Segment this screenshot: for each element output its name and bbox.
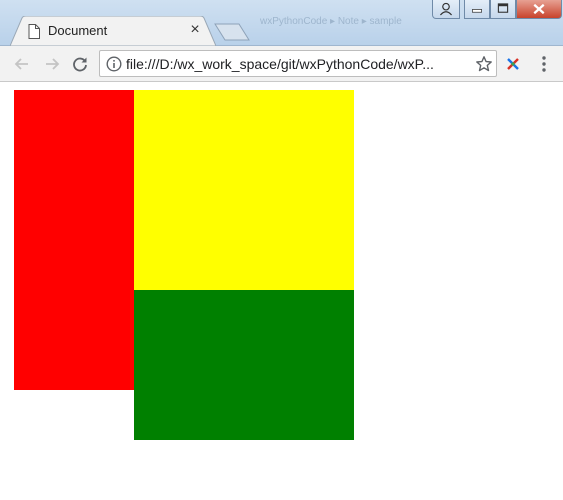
star-icon[interactable]	[475, 55, 493, 73]
maximize-icon[interactable]	[490, 0, 516, 19]
title-bar: Document × wxPythonCode ▸ Note ▸ sample	[0, 0, 563, 46]
yellow-box	[134, 90, 354, 290]
tab-document[interactable]: Document ×	[10, 16, 216, 46]
address-bar[interactable]: file:///D:/wx_work_space/git/wxPythonCod…	[99, 50, 497, 77]
background-window-text: wxPythonCode ▸ Note ▸ sample	[260, 16, 402, 27]
close-icon[interactable]	[516, 0, 562, 19]
green-box	[134, 290, 354, 440]
minimize-icon[interactable]	[464, 0, 490, 19]
menu-icon[interactable]	[536, 55, 552, 73]
user-icon[interactable]	[432, 0, 460, 19]
extension-icon[interactable]	[505, 56, 521, 72]
new-tab-icon[interactable]	[214, 23, 250, 41]
forward-arrow-icon[interactable]	[42, 54, 62, 74]
window-controls	[432, 0, 563, 20]
info-icon[interactable]	[106, 56, 122, 72]
reload-icon[interactable]	[70, 54, 90, 74]
tab-title: Document	[48, 23, 108, 38]
browser-toolbar: file:///D:/wx_work_space/git/wxPythonCod…	[0, 46, 563, 82]
back-arrow-icon[interactable]	[12, 54, 32, 74]
tab-close-icon[interactable]: ×	[186, 21, 204, 39]
url-text[interactable]: file:///D:/wx_work_space/git/wxPythonCod…	[126, 56, 464, 72]
red-box	[14, 90, 134, 390]
page-icon	[28, 24, 40, 39]
page-viewport	[0, 83, 563, 500]
